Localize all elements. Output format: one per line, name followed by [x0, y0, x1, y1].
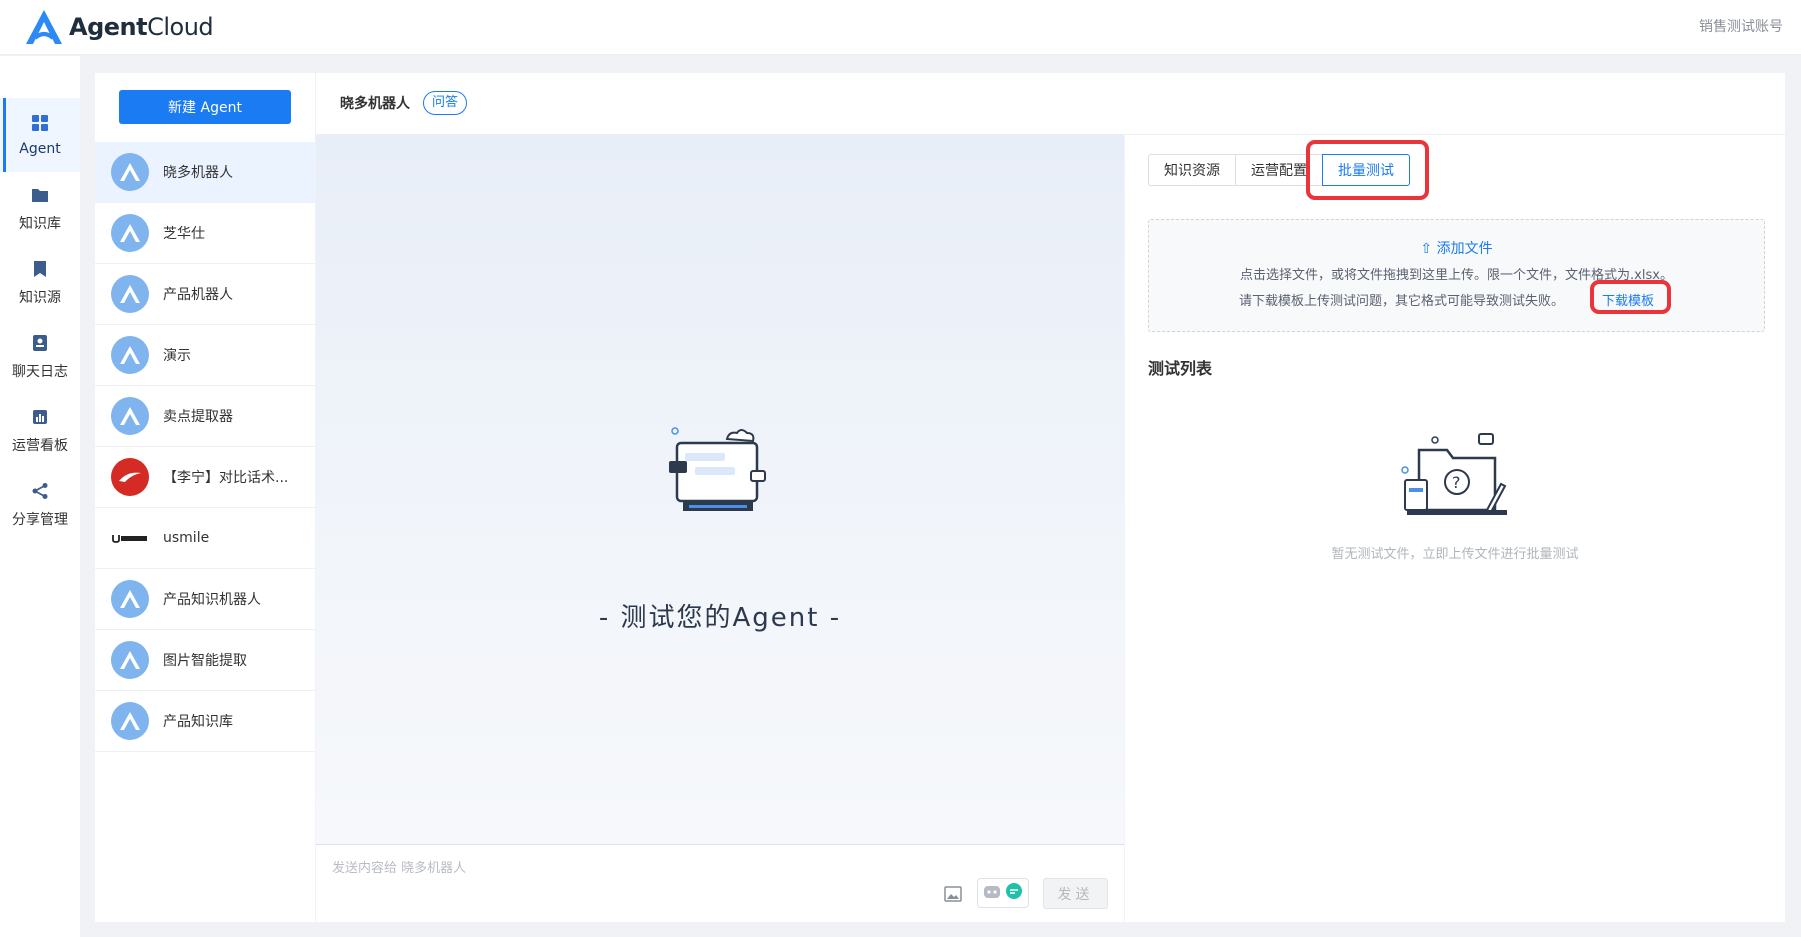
- image-upload-icon[interactable]: [944, 885, 964, 905]
- log-icon: [30, 333, 50, 353]
- sidebar-label: 运营看板: [12, 438, 68, 454]
- config-panel: 知识资源 运营配置 批量测试 ⇧ 添加文件 点击选择文件，或将文件拖拽到这里上传…: [1125, 135, 1785, 922]
- chart-icon: [30, 407, 50, 427]
- agent-avatar-icon: [111, 214, 149, 252]
- agent-list-panel: 新建 Agent 晓多机器人 芝华仕 产品机器人 演示 卖点提取器 【李宁】对比…: [95, 73, 315, 922]
- agent-avatar-icon: [111, 153, 149, 191]
- sidebar-item-chat-log[interactable]: 聊天日志: [0, 320, 80, 394]
- agent-name: 产品知识库: [163, 714, 233, 730]
- robot-icon[interactable]: [983, 883, 1001, 903]
- test-list-title: 测试列表: [1148, 359, 1213, 378]
- agent-list-item[interactable]: 晓多机器人: [95, 142, 315, 203]
- agent-name: 芝华仕: [163, 226, 205, 242]
- chat-input[interactable]: 发送内容给 晓多机器人: [332, 857, 466, 876]
- agent-avatar-icon: [111, 641, 149, 679]
- empty-folder-illustration-icon: ?: [1397, 430, 1517, 534]
- lining-logo-icon: [111, 458, 149, 496]
- agent-name: 产品机器人: [163, 287, 233, 303]
- account-name[interactable]: 销售测试账号: [1699, 16, 1783, 36]
- sidebar-label: 聊天日志: [12, 364, 68, 380]
- agent-list-item[interactable]: 卖点提取器: [95, 386, 315, 447]
- agent-avatar-icon: [111, 702, 149, 740]
- usmile-logo-icon: [111, 519, 149, 557]
- tab-batch-test[interactable]: 批量测试: [1322, 154, 1410, 186]
- agent-list-item[interactable]: 【李宁】对比话术...: [95, 447, 315, 508]
- top-header: AgentCloud 销售测试账号: [0, 0, 1801, 55]
- sidebar-item-dashboard[interactable]: 运营看板: [0, 394, 80, 468]
- sidebar-item-knowledge-base[interactable]: 知识库: [0, 172, 80, 246]
- upload-hint-line1: 点击选择文件，或将文件拖拽到这里上传。限一个文件，文件格式为.xlsx。: [1240, 268, 1673, 283]
- tab-operation-config[interactable]: 运营配置: [1235, 154, 1323, 186]
- agent-list-item[interactable]: usmile: [95, 508, 315, 569]
- agent-avatar-icon: [111, 580, 149, 618]
- share-icon: [30, 481, 50, 501]
- sidebar-item-knowledge-source[interactable]: 知识源: [0, 246, 80, 320]
- app-logo[interactable]: AgentCloud: [23, 8, 214, 46]
- agent-name: 演示: [163, 348, 191, 364]
- bookmark-icon: [30, 259, 50, 279]
- chat-slogan: - 测试您的Agent -: [598, 603, 842, 633]
- agent-name: 【李宁】对比话术...: [163, 470, 289, 486]
- agent-list-item[interactable]: 图片智能提取: [95, 630, 315, 691]
- agent-type-tag: 问答: [423, 91, 468, 115]
- agent-avatar-icon: [111, 397, 149, 435]
- input-tools-group: [977, 878, 1029, 908]
- add-file-link[interactable]: ⇧ 添加文件: [1149, 238, 1764, 258]
- agent-avatar-icon: [111, 275, 149, 313]
- upload-hint-line2: 请下载模板上传测试问题，其它格式可能导致测试失败。: [1239, 294, 1565, 309]
- agent-list-item[interactable]: 芝华仕: [95, 203, 315, 264]
- agent-name: usmile: [163, 530, 210, 546]
- agent-name: 产品知识机器人: [163, 592, 261, 608]
- sidebar-label: Agent: [19, 141, 61, 157]
- sidebar-label: 分享管理: [12, 512, 68, 528]
- app-title: AgentCloud: [69, 13, 214, 41]
- empty-list-text: 暂无测试文件，立即上传文件进行批量测试: [1331, 547, 1579, 562]
- agent-name: 卖点提取器: [163, 409, 233, 425]
- agent-list-item[interactable]: 产品机器人: [95, 264, 315, 325]
- chat-messages-area: - 测试您的Agent -: [316, 135, 1124, 844]
- upload-icon: ⇧: [1420, 241, 1433, 257]
- chat-input-bar: 发送内容给 晓多机器人 发送: [316, 844, 1124, 922]
- chat-bubble-icon[interactable]: [1005, 882, 1023, 904]
- agent-list: 晓多机器人 芝华仕 产品机器人 演示 卖点提取器 【李宁】对比话术... usm…: [95, 142, 315, 752]
- main-sidebar: Agent 知识库 知识源 聊天日志 运营看板 分享管理: [0, 56, 80, 937]
- agent-list-item[interactable]: 产品知识库: [95, 691, 315, 752]
- download-template-link[interactable]: 下载模板: [1602, 290, 1654, 309]
- send-button[interactable]: 发送: [1043, 878, 1108, 909]
- sidebar-label: 知识源: [19, 290, 61, 306]
- config-tabs: 知识资源 运营配置 批量测试: [1148, 154, 1410, 186]
- agent-list-item[interactable]: 产品知识机器人: [95, 569, 315, 630]
- chat-header: 晓多机器人 问答: [316, 73, 1785, 135]
- chat-panel: 晓多机器人 问答 - 测试您的Agent - 发送内容给 晓多机器人 发送: [316, 73, 1785, 922]
- chat-agent-title: 晓多机器人: [340, 96, 410, 112]
- agent-cloud-logo-icon: [26, 10, 62, 44]
- new-agent-button[interactable]: 新建 Agent: [119, 90, 291, 124]
- sidebar-item-agent[interactable]: Agent: [0, 98, 80, 172]
- file-upload-dropzone[interactable]: ⇧ 添加文件 点击选择文件，或将文件拖拽到这里上传。限一个文件，文件格式为.xl…: [1148, 219, 1765, 332]
- tab-knowledge-resources[interactable]: 知识资源: [1148, 154, 1236, 186]
- agent-list-item[interactable]: 演示: [95, 325, 315, 386]
- folder-icon: [30, 185, 50, 205]
- sidebar-item-share[interactable]: 分享管理: [0, 468, 80, 542]
- agent-avatar-icon: [111, 336, 149, 374]
- svg-text:?: ?: [1452, 473, 1461, 492]
- agent-name: 晓多机器人: [163, 165, 233, 181]
- sidebar-label: 知识库: [19, 216, 61, 232]
- agent-name: 图片智能提取: [163, 653, 247, 669]
- test-agent-illustration-icon: [665, 425, 775, 524]
- grid-icon: [30, 113, 50, 133]
